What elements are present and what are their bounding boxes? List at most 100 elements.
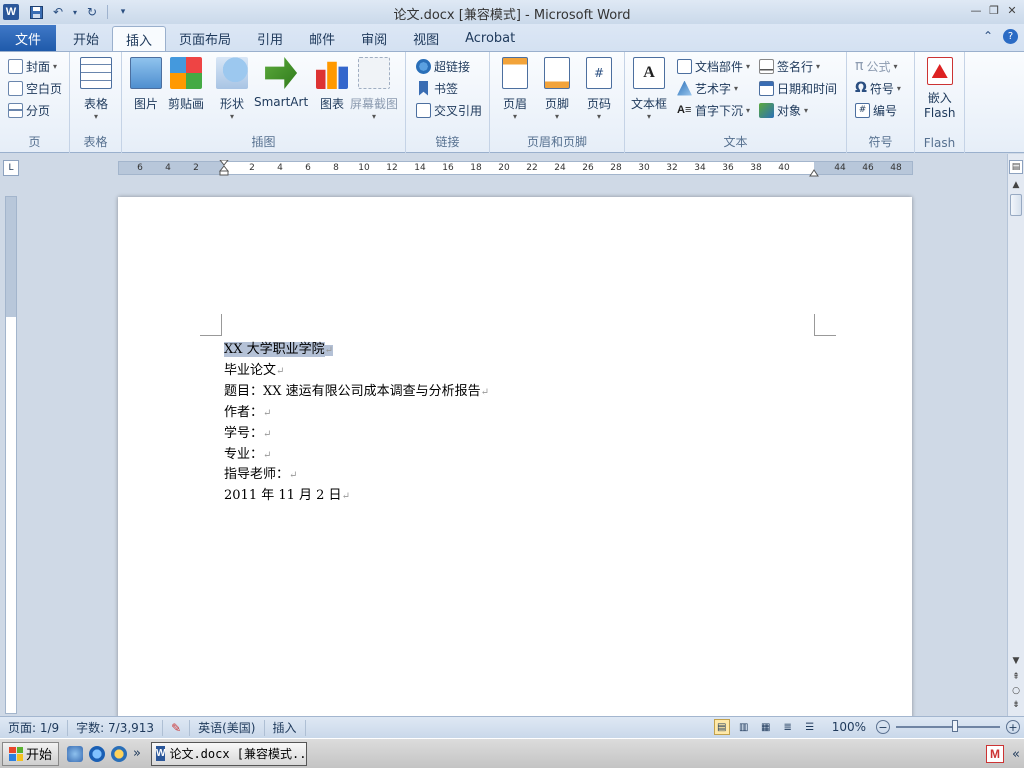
tab-references[interactable]: 引用 [244,26,296,51]
doc-line-thesis[interactable]: 毕业论文↵ [224,359,284,378]
screenshot-icon [358,57,390,89]
table-label: 表格 [83,97,108,111]
start-button[interactable]: 开始 [2,741,60,766]
shapes-button[interactable]: 形状 ▾ [216,57,248,121]
vertical-scrollbar[interactable]: ▤ ▲ ▼ ⇞ ○ ⇟ [1007,154,1024,716]
internet-explorer-icon[interactable] [89,745,106,762]
undo-dropdown-icon[interactable]: ▾ [71,3,79,21]
tab-mailings[interactable]: 邮件 [296,26,348,51]
full-screen-reading-view-icon[interactable]: ▥ [736,719,752,735]
picture-button[interactable]: 图片 [130,57,162,112]
tab-review[interactable]: 审阅 [348,26,400,51]
language-indicator[interactable]: 英语(美国) [190,719,265,736]
tab-home[interactable]: 开始 [60,26,112,51]
blank-page-button[interactable]: 空白页 [8,78,62,98]
word-count[interactable]: 字数: 7/3,913 [68,719,164,736]
page-number-button[interactable]: # 页码 ▾ [586,57,612,121]
help-icon[interactable]: ? [1003,29,1018,44]
print-layout-view-icon[interactable]: ▤ [713,719,730,735]
drop-cap-button[interactable]: A≡ 首字下沉 ▾ [677,100,750,120]
chart-button[interactable]: 图表 [316,57,348,112]
previous-page-icon[interactable]: ⇞ [1009,670,1023,684]
scroll-up-icon[interactable]: ▲ [1009,178,1023,192]
quick-launch-chevron-icon[interactable]: » [133,746,141,761]
bookmark-button[interactable]: 书签 [416,78,458,98]
signature-line-button[interactable]: 签名行 ▾ [759,56,820,76]
ruler-number: 32 [666,163,678,173]
right-indent-marker-icon[interactable] [809,166,819,177]
cross-reference-button[interactable]: 交叉引用 [416,100,482,120]
scroll-thumb[interactable] [1010,194,1022,216]
word-logo-icon[interactable]: W [3,4,19,20]
save-icon[interactable] [27,3,45,21]
header-button[interactable]: 页眉 ▾ [502,57,528,121]
page-break-button[interactable]: 分页 [8,100,50,120]
zoom-slider[interactable] [896,720,1000,732]
smartart-button[interactable]: SmartArt [254,57,308,109]
tab-page-layout[interactable]: 页面布局 [166,26,244,51]
tab-insert[interactable]: 插入 [112,26,167,51]
tray-expand-icon[interactable]: « [1012,747,1020,762]
redo-icon[interactable]: ↻ [83,3,101,21]
text-group-label: 文本 [723,135,748,149]
doc-line-title[interactable]: 题目：XX 速运有限公司成本调查与分析报告↵ [224,380,489,399]
textbox-button[interactable]: A 文本框 ▾ [631,57,667,121]
tray-app-icon[interactable]: M [986,745,1005,763]
hyperlink-button[interactable]: 超链接 [416,56,470,76]
draft-view-icon[interactable]: ☰ [802,719,818,735]
screenshot-button[interactable]: 屏幕截图 ▾ [350,57,398,121]
insert-mode-indicator[interactable]: 插入 [265,719,306,736]
doc-line-date[interactable]: 2011 年 11 月 2 日↵ [224,484,350,503]
tab-file[interactable]: 文件 [0,25,56,51]
zoom-out-icon[interactable]: − [876,720,890,734]
wordart-button[interactable]: 艺术字 ▾ [677,78,738,98]
indent-marker-icon[interactable] [218,159,230,176]
quick-parts-button[interactable]: 文档部件 ▾ [677,56,750,76]
tab-view[interactable]: 视图 [400,26,452,51]
restore-button[interactable]: ❐ [986,2,1002,18]
doc-line-major[interactable]: 专业：↵ [224,443,271,462]
object-button[interactable]: 对象 ▾ [759,100,808,120]
media-player-icon[interactable] [111,745,128,762]
zoom-slider-knob[interactable] [952,720,958,732]
footer-button[interactable]: 页脚 ▾ [544,57,570,121]
next-page-icon[interactable]: ⇟ [1009,698,1023,712]
doc-line-advisor[interactable]: 指导老师：↵ [224,463,297,482]
select-browse-object-icon[interactable]: ○ [1009,684,1023,698]
zoom-in-icon[interactable]: + [1006,720,1020,734]
chart-label: 图表 [319,97,344,111]
outline-view-icon[interactable]: ≣ [780,719,796,735]
number-button[interactable]: # 编号 [855,100,897,120]
undo-icon[interactable]: ↶ [49,3,67,21]
vertical-ruler[interactable] [5,196,17,714]
page-count[interactable]: 页面: 1/9 [0,719,69,736]
proofing-icon[interactable]: ✎ [163,719,191,736]
taskbar-item-word-document[interactable]: W 论文.docx [兼容模式... [150,741,307,766]
minimize-button[interactable]: — [968,2,984,18]
minimize-ribbon-icon[interactable]: ⌃ [983,29,993,44]
zoom-level[interactable]: 100% [832,720,866,734]
symbol-button[interactable]: Ω 符号 ▾ [855,78,901,98]
customize-qat-icon[interactable]: ▾ [114,3,132,21]
close-button[interactable]: ✕ [1004,2,1020,18]
doc-line-author[interactable]: 作者：↵ [224,401,271,420]
clipart-button[interactable]: 剪贴画 [168,57,204,112]
document-page[interactable]: XX 大学职业学院↵ 毕业论文↵ 题目：XX 速运有限公司成本调查与分析报告↵ … [118,197,912,716]
horizontal-ruler[interactable]: 6 4 2 2 4 6 8 10 12 14 16 18 20 22 24 26 28 30 32 34 36 38 40 4… [118,159,913,177]
doc-line-student-id[interactable]: 学号：↵ [224,422,271,441]
equation-button[interactable]: π 公式 ▾ [855,56,897,76]
tab-selector-button[interactable]: L [3,160,19,176]
doc-line-university[interactable]: XX 大学职业学院↵ [224,338,334,357]
vertical-ruler-top-margin [6,197,16,317]
quick-launch: » [67,745,141,762]
tab-acrobat[interactable]: Acrobat [452,26,528,51]
show-desktop-icon[interactable] [67,745,84,762]
table-button[interactable]: 表格 ▾ [80,57,112,121]
document-area[interactable]: XX 大学职业学院↵ 毕业论文↵ 题目：XX 速运有限公司成本调查与分析报告↵ … [20,182,1006,716]
ruler-toggle-icon[interactable]: ▤ [1009,160,1023,174]
cover-page-button[interactable]: 封面 ▾ [8,56,57,76]
date-time-button[interactable]: 日期和时间 [759,78,837,98]
scroll-down-icon[interactable]: ▼ [1009,654,1023,668]
embed-flash-button[interactable]: 嵌入 Flash [924,57,955,120]
web-layout-view-icon[interactable]: ▦ [758,719,774,735]
